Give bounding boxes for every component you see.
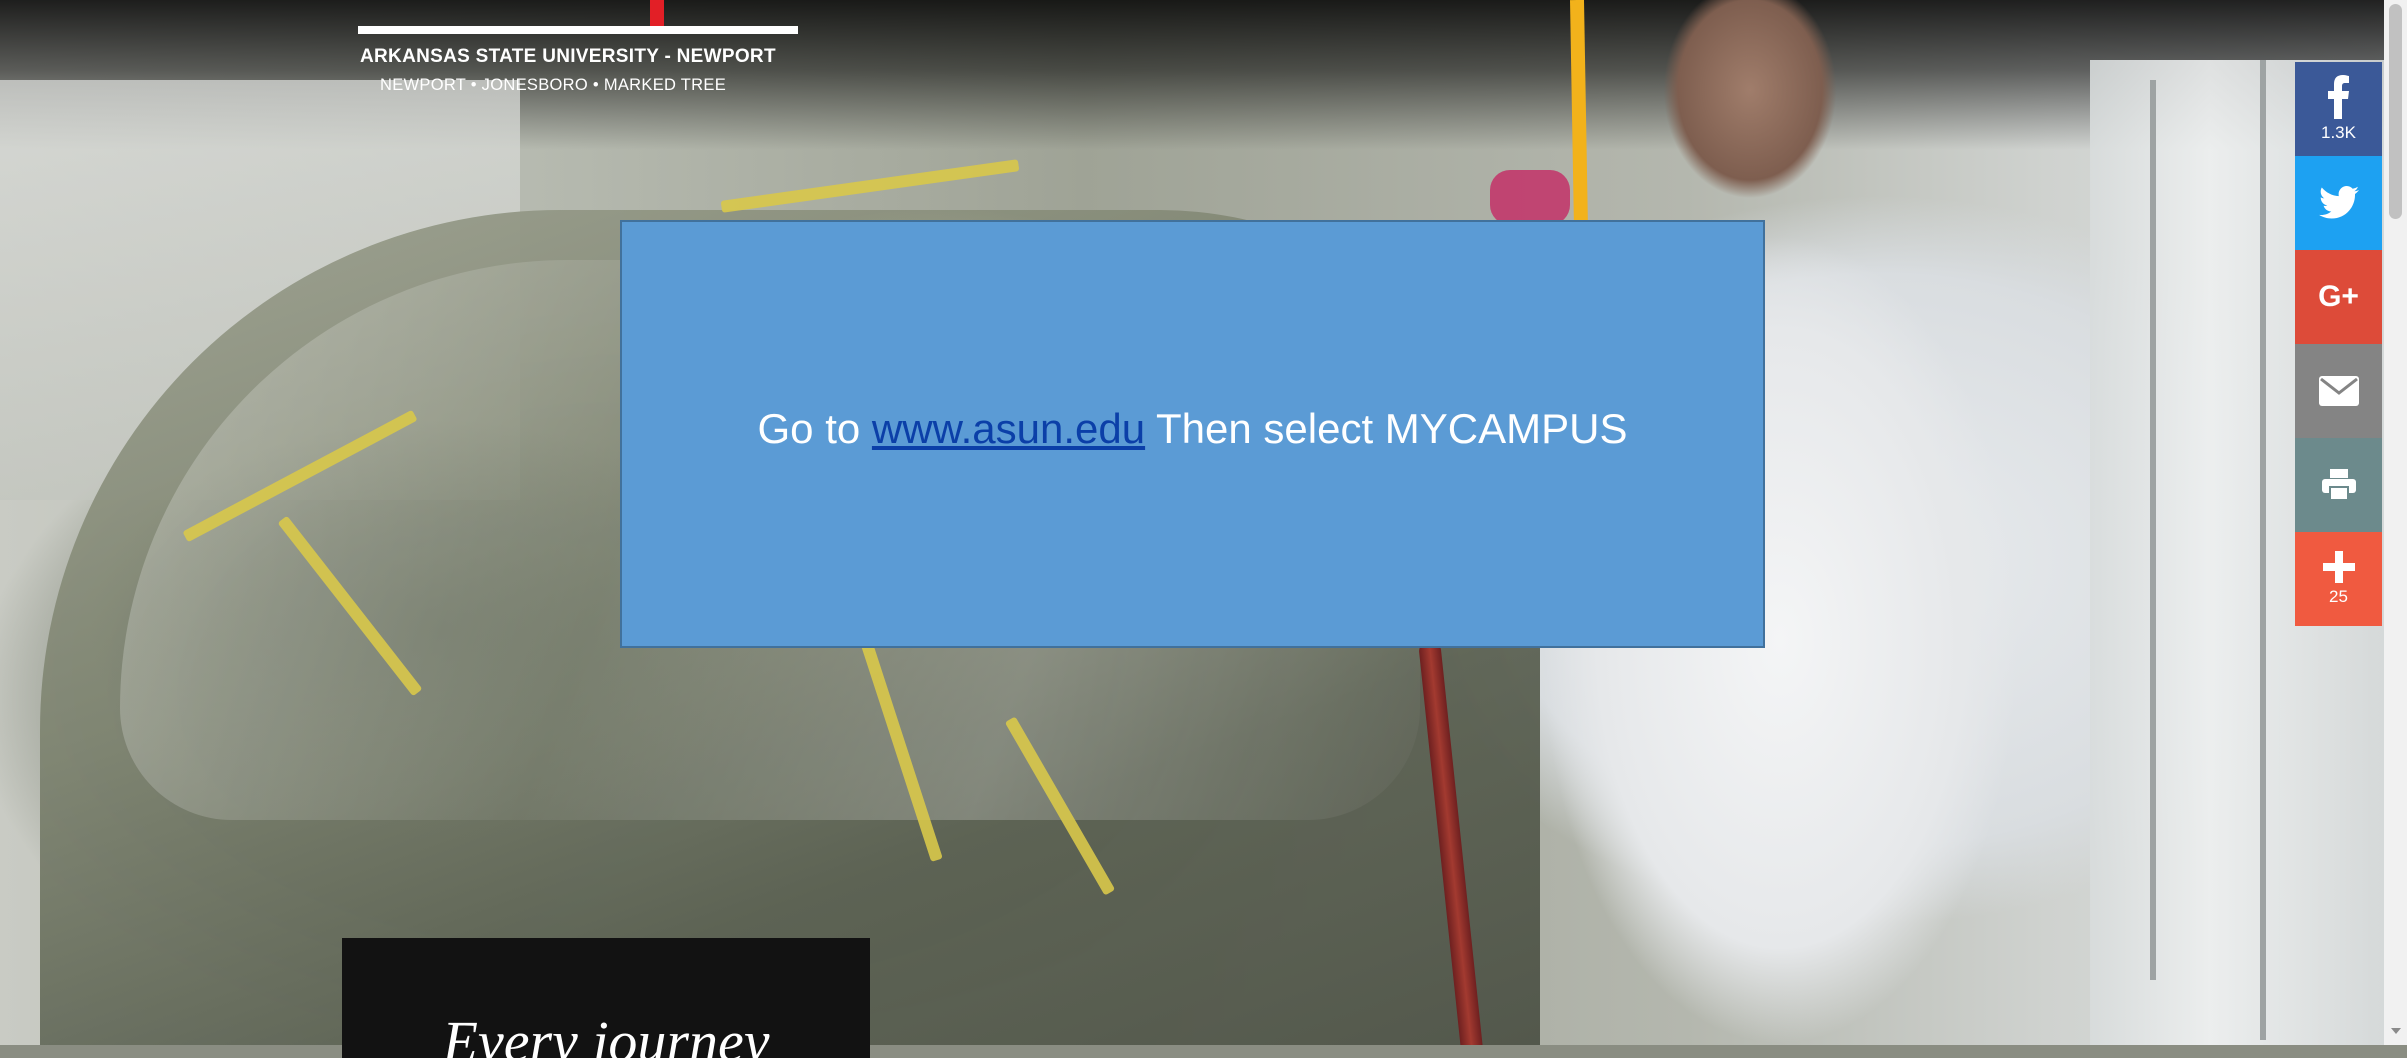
social-share-bar: 1.3K G+ 25 — [2295, 62, 2382, 626]
promo-card: Every journey — [342, 938, 870, 1058]
promo-headline: Every journey — [442, 1009, 770, 1058]
email-share-button[interactable] — [2295, 344, 2382, 438]
twitter-share-button[interactable] — [2295, 156, 2382, 250]
logo-university-name: ARKANSAS STATE UNIVERSITY - NEWPORT — [360, 46, 776, 67]
masking-tape — [720, 159, 1020, 213]
more-share-button[interactable]: 25 — [2295, 532, 2382, 626]
asun-logo[interactable]: ARKANSAS STATE UNIVERSITY - NEWPORT NEWP… — [358, 0, 798, 110]
asun-logo-mark — [358, 0, 798, 36]
respirator-mask — [1490, 170, 1570, 225]
email-icon — [2318, 376, 2359, 406]
facebook-share-count: 1.3K — [2321, 123, 2356, 142]
instruction-callout: Go to www.asun.edu Then select MYCAMPUS — [620, 220, 1765, 648]
google-plus-icon: G+ — [2318, 280, 2359, 313]
page-scrollbar[interactable] — [2384, 0, 2407, 1045]
instruction-prefix: Go to — [757, 405, 872, 452]
booth-door-edge — [2150, 80, 2156, 980]
instruction-suffix: Then select MYCAMPUS — [1145, 405, 1628, 452]
scroll-down-arrow-icon[interactable] — [2391, 1028, 2401, 1034]
instruction-text: Go to www.asun.edu Then select MYCAMPUS — [758, 405, 1628, 453]
logo-campus-list: NEWPORT • JONESBORO • MARKED TREE — [380, 76, 727, 94]
booth-door-edge — [2260, 60, 2266, 1040]
printer-icon — [2321, 469, 2356, 501]
asun-website-link[interactable]: www.asun.edu — [872, 405, 1145, 452]
print-button[interactable] — [2295, 438, 2382, 532]
google-plus-share-button[interactable]: G+ — [2295, 250, 2382, 344]
scrollbar-thumb[interactable] — [2389, 4, 2402, 219]
more-share-count: 25 — [2329, 587, 2348, 606]
facebook-share-button[interactable]: 1.3K — [2295, 62, 2382, 156]
twitter-icon — [2318, 186, 2359, 219]
facebook-icon — [2327, 75, 2349, 119]
plus-icon — [2322, 551, 2355, 583]
